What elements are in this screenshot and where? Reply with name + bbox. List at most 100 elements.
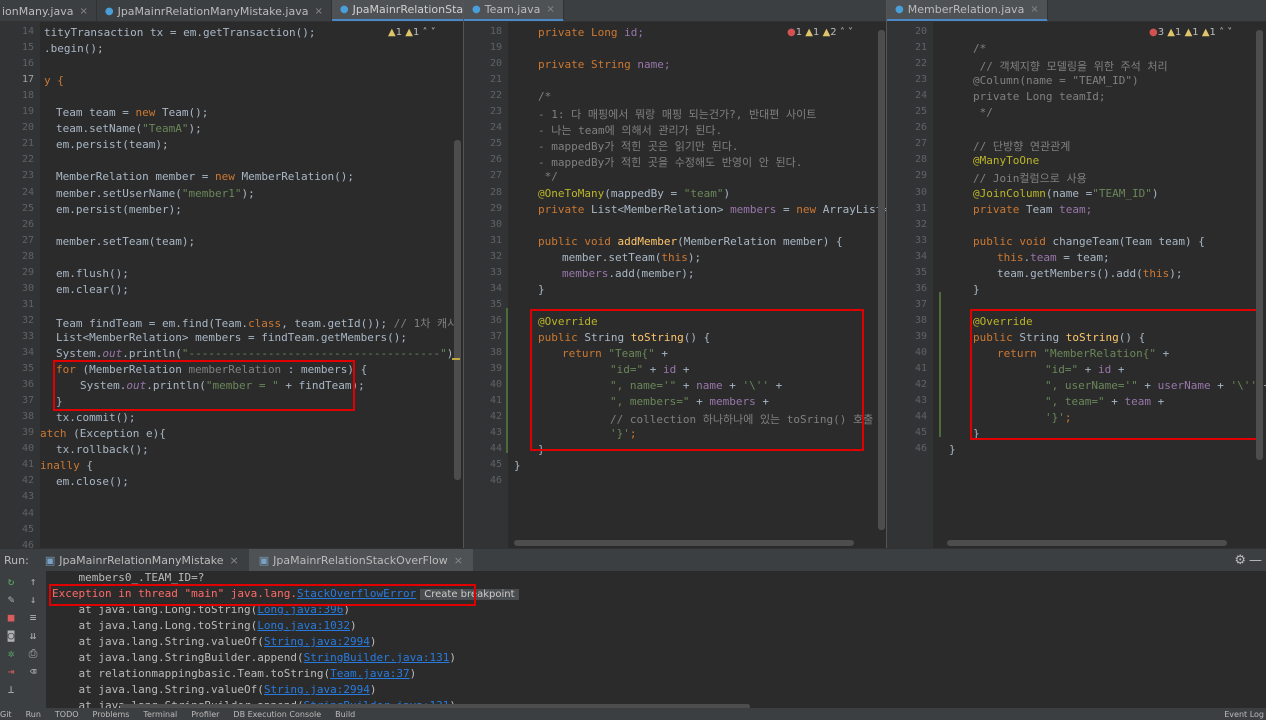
close-icon[interactable]: ×	[546, 4, 554, 15]
frame-text: at java.lang.Long.toString(	[52, 619, 258, 632]
code-line: /*	[538, 90, 551, 103]
pin-icon[interactable]: ⊥	[4, 683, 18, 697]
tab-member-relation-java[interactable]: ● MemberRelation.java ×	[887, 0, 1048, 21]
code-token: new	[135, 106, 162, 120]
rerun-icon[interactable]: ↻	[4, 575, 18, 589]
close-icon[interactable]: ×	[1030, 4, 1038, 15]
line-number: 35	[914, 266, 927, 278]
code-line: List<MemberRelation> members = findTeam.…	[56, 331, 407, 344]
status-tool-button[interactable]: DB Execution Console	[233, 710, 321, 719]
tab-label: Team.java	[484, 3, 541, 16]
code-token: team;	[1059, 202, 1093, 216]
tab-editor-2[interactable]: ● JpaMainrRelationManyMistake.java ×	[97, 0, 332, 21]
editor-pane-team[interactable]: ● Team.java × ●1 ▲1 ▲2 ˄ ˅ 18 19 20 21 22 23 24 2…	[463, 0, 886, 548]
source-link[interactable]: String.java:2994	[264, 683, 370, 696]
status-tool-button[interactable]: Build	[335, 710, 355, 719]
status-tool-button[interactable]: TODO	[55, 710, 79, 719]
frame-text: )	[350, 619, 357, 632]
status-tool-button[interactable]: Terminal	[143, 710, 177, 719]
gear-icon[interactable]: ⚙	[1234, 553, 1246, 568]
close-icon[interactable]: ×	[79, 6, 87, 17]
code-token: */	[538, 170, 558, 184]
trash-icon[interactable]: ⌫	[26, 665, 40, 679]
code-token: );	[241, 186, 255, 200]
code-token: private	[973, 202, 1026, 216]
source-link[interactable]: StringBuilder.java:131	[304, 651, 450, 664]
line-number: 31	[21, 298, 34, 310]
line-number: 22	[489, 90, 502, 102]
code-token: private	[973, 90, 1026, 104]
code-token: addMember	[617, 234, 678, 248]
tab-editor-1[interactable]: ionMany.java ×	[0, 0, 97, 21]
line-number: 41	[21, 459, 34, 471]
frame-text: )	[409, 667, 417, 680]
source-link[interactable]: String.java:2994	[264, 635, 370, 648]
code-line: - 1: 다 매핑에서 뭐랑 매핑 되는건가?, 반대편 사이트	[538, 106, 816, 122]
code-token: .begin();	[44, 42, 104, 56]
line-number: 42	[21, 475, 34, 487]
code-area[interactable]: /* // 객체지향 모델링을 위한 주석 처리 @Column(name = "…	[937, 22, 1266, 548]
code-token: em.close();	[56, 475, 129, 489]
code-area[interactable]: private Long id; private String name;/* - …	[512, 22, 886, 548]
line-number: 45	[21, 523, 34, 535]
line-number: 31	[489, 234, 502, 246]
status-tool-button[interactable]: Profiler	[191, 710, 219, 719]
camera-icon[interactable]: ◙	[4, 629, 18, 643]
status-tool-button[interactable]: Problems	[93, 710, 130, 719]
horizontal-scrollbar[interactable]	[947, 540, 1227, 546]
editor-pane-left[interactable]: ionMany.java × ● JpaMainrRelationManyMista…	[0, 0, 463, 548]
code-token: String	[590, 58, 638, 72]
line-number: 34	[21, 347, 34, 358]
stop-icon[interactable]: ■	[4, 611, 18, 625]
highlight-box	[53, 360, 355, 411]
code-token: .add(member);	[608, 266, 695, 280]
scrollbar[interactable]	[878, 30, 885, 530]
code-token: tx.commit();	[56, 411, 136, 425]
wrench-icon[interactable]: ✎	[4, 593, 18, 607]
horizontal-scrollbar[interactable]	[514, 540, 854, 546]
scrollbar[interactable]	[454, 140, 461, 480]
close-icon[interactable]: ×	[314, 6, 322, 17]
highlight-box	[530, 309, 864, 451]
code-line: private String name;	[538, 58, 670, 71]
status-tool-button[interactable]: Run	[26, 710, 41, 719]
frame-text: at java.lang.StringBuilder.append(	[52, 651, 304, 664]
line-number: 33	[489, 266, 502, 278]
scrollbar[interactable]	[1256, 30, 1263, 460]
run-tab-many-mistake[interactable]: ▣ JpaMainrRelationManyMistake ×	[35, 549, 249, 571]
editor-pane-member[interactable]: ● MemberRelation.java × ●3 ▲1 ▲1 ▲1 ˄ ˅ 20…	[886, 0, 1266, 548]
print-icon[interactable]: ⎙	[26, 647, 40, 661]
soft-wrap-icon[interactable]: ≡	[26, 611, 40, 625]
code-token: new	[214, 170, 242, 184]
exit-icon[interactable]: ⇥	[4, 665, 18, 679]
code-line: em.persist(member);	[56, 203, 182, 216]
bug-icon[interactable]: ✲	[4, 647, 18, 661]
line-number: 44	[914, 411, 927, 423]
line-number: 27	[489, 170, 502, 182]
line-number: 26	[21, 218, 34, 230]
source-link[interactable]: Team.java:37	[330, 667, 409, 680]
code-line: */	[973, 106, 993, 119]
run-tab-stack-overflow[interactable]: ▣ JpaMainrRelationStackOverFlow ×	[248, 549, 473, 571]
run-tool-window: Run: ▣ JpaMainrRelationManyMistake × ▣ JpaM…	[0, 548, 1266, 720]
change-marker	[939, 292, 941, 437]
tab-editor-3[interactable]: ●JpaMainrRelationStackOverFlow.java×	[331, 0, 463, 21]
tab-team-java[interactable]: ● Team.java ×	[464, 0, 564, 21]
up-icon[interactable]: ↑	[26, 575, 40, 589]
code-line: }	[514, 459, 521, 472]
code-token: this	[1142, 266, 1170, 280]
code-line: MemberRelation member = new MemberRelati…	[56, 170, 354, 183]
status-tool-button[interactable]: Event Log	[1224, 710, 1264, 719]
minimize-icon[interactable]: —	[1249, 553, 1262, 568]
code-area[interactable]: tityTransaction tx = em.getTransaction()…	[40, 22, 463, 548]
line-number: 46	[914, 443, 927, 455]
status-tool-button[interactable]: Git	[0, 710, 12, 719]
code-line: System.out.println("--------------------…	[56, 347, 460, 360]
close-icon[interactable]: ×	[454, 554, 463, 567]
close-icon[interactable]: ×	[230, 554, 239, 567]
frame-text: at relationmappingbasic.Team.toString(	[52, 667, 331, 680]
down-icon[interactable]: ↓	[26, 593, 40, 607]
line-number: 45	[914, 427, 927, 439]
scroll-end-icon[interactable]: ⇊	[26, 629, 40, 643]
source-link[interactable]: Long.java:1032	[257, 619, 350, 632]
